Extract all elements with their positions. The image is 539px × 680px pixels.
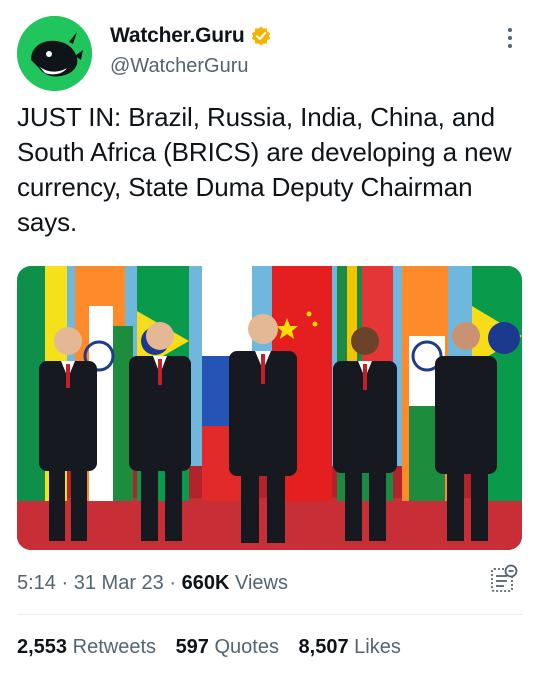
retweets-label: Retweets bbox=[72, 636, 156, 658]
more-options-icon[interactable] bbox=[507, 28, 513, 50]
likes-label: Likes bbox=[354, 636, 401, 658]
tweet-meta: 5:14 · 31 Mar 23 · 660K Views bbox=[17, 572, 288, 595]
analytics-icon[interactable] bbox=[487, 563, 519, 595]
verified-badge-icon[interactable] bbox=[250, 25, 272, 47]
views-count: 660K bbox=[181, 572, 230, 594]
tweet-time[interactable]: 5:14 bbox=[17, 572, 56, 594]
retweets-count: 2,553 bbox=[17, 636, 68, 658]
whale-logo-icon bbox=[17, 16, 92, 91]
tweet-text: JUST IN: Brazil, Russia, India, China, a… bbox=[17, 102, 512, 237]
meta-separator: · bbox=[169, 572, 177, 594]
divider bbox=[17, 614, 522, 615]
meta-separator: · bbox=[61, 572, 69, 594]
photo-of-five-leaders-with-flags bbox=[17, 266, 522, 550]
views-label: Views bbox=[234, 572, 288, 594]
tweet-date[interactable]: 31 Mar 23 bbox=[74, 572, 164, 594]
quotes-count: 597 bbox=[175, 636, 209, 658]
likes-count: 8,507 bbox=[298, 636, 349, 658]
quotes-stat[interactable]: 597 Quotes bbox=[176, 636, 279, 658]
engagement-stats: 2,553 Retweets 597 Quotes 8,507 Likes bbox=[17, 636, 415, 659]
tweet-photo[interactable] bbox=[17, 266, 522, 550]
handle[interactable]: @WatcherGuru bbox=[110, 55, 249, 78]
quotes-label: Quotes bbox=[214, 636, 279, 658]
avatar[interactable] bbox=[17, 16, 92, 91]
display-name[interactable]: Watcher.Guru bbox=[110, 24, 245, 48]
retweets-stat[interactable]: 2,553 Retweets bbox=[17, 636, 156, 658]
likes-stat[interactable]: 8,507 Likes bbox=[299, 636, 401, 658]
